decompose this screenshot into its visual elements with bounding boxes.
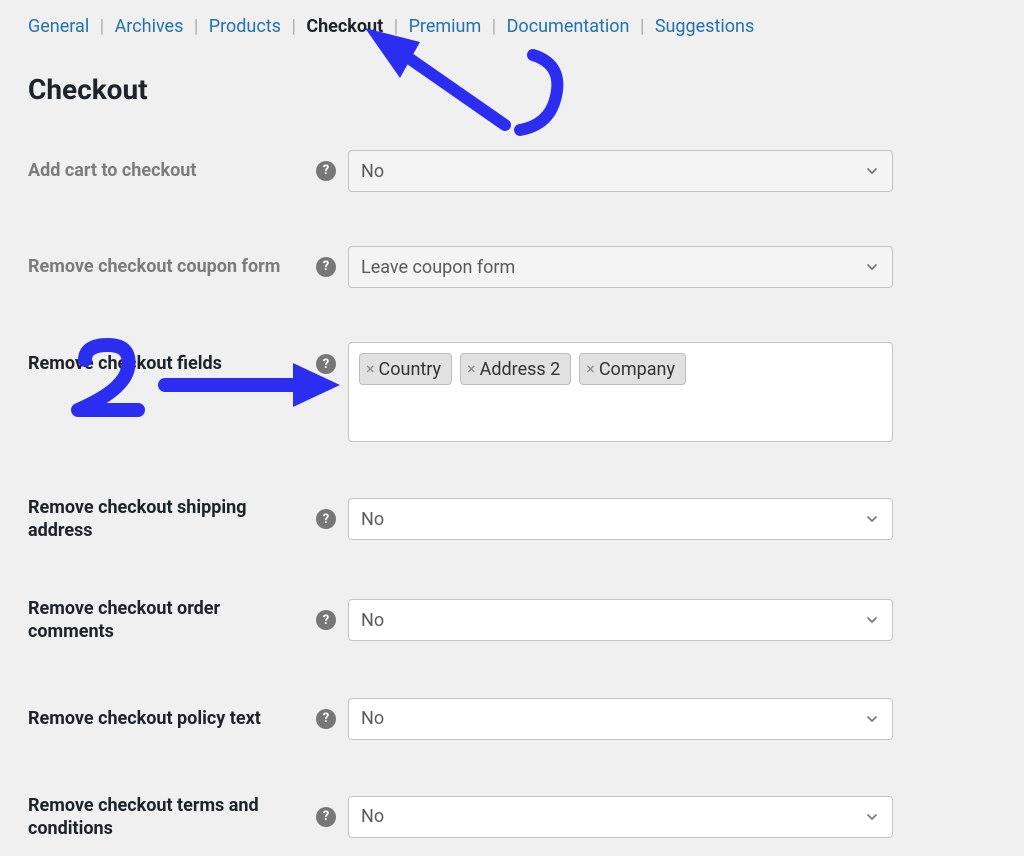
- select-value: Leave coupon form: [361, 257, 515, 278]
- tab-products[interactable]: Products: [209, 16, 281, 37]
- tab-general[interactable]: General: [28, 16, 89, 37]
- page-title: Checkout: [28, 73, 996, 106]
- help-icon[interactable]: ?: [316, 161, 336, 181]
- help-icon[interactable]: ?: [316, 509, 336, 529]
- row-shipping: Remove checkout shipping address ? No: [28, 496, 996, 543]
- help-icon[interactable]: ?: [316, 257, 336, 277]
- tab-separator: |: [100, 16, 104, 37]
- tag-label: Company: [599, 359, 675, 380]
- row-policy: Remove checkout policy text ? No: [28, 698, 996, 740]
- tab-premium[interactable]: Premium: [409, 16, 482, 37]
- tab-archives[interactable]: Archives: [115, 16, 184, 37]
- remove-tag-icon[interactable]: ×: [467, 361, 476, 377]
- label-shipping: Remove checkout shipping address: [28, 496, 308, 543]
- label-policy: Remove checkout policy text: [28, 707, 261, 730]
- tag-address2: × Address 2: [460, 353, 571, 385]
- tag-label: Address 2: [480, 359, 561, 380]
- help-icon[interactable]: ?: [316, 807, 336, 827]
- select-value: No: [361, 161, 384, 182]
- tab-suggestions[interactable]: Suggestions: [655, 16, 754, 37]
- select-shipping[interactable]: No: [348, 498, 893, 540]
- select-value: No: [361, 610, 384, 631]
- tab-checkout[interactable]: Checkout: [306, 16, 383, 37]
- settings-form: Add cart to checkout ? No Remove checkou…: [28, 150, 996, 840]
- tag-country: × Country: [359, 353, 452, 385]
- chevron-down-icon: [864, 612, 880, 628]
- row-add-cart: Add cart to checkout ? No: [28, 150, 996, 192]
- help-icon[interactable]: ?: [316, 709, 336, 729]
- remove-tag-icon[interactable]: ×: [586, 361, 595, 377]
- select-add-cart[interactable]: No: [348, 150, 893, 192]
- settings-tabs: General | Archives | Products | Checkout…: [28, 16, 996, 37]
- chevron-down-icon: [864, 511, 880, 527]
- label-coupon: Remove checkout coupon form: [28, 255, 280, 278]
- remove-tag-icon[interactable]: ×: [366, 361, 375, 377]
- tab-separator: |: [640, 16, 644, 37]
- tab-separator: |: [492, 16, 496, 37]
- tab-separator: |: [394, 16, 398, 37]
- tag-label: Country: [379, 359, 442, 380]
- tab-separator: |: [291, 16, 295, 37]
- label-comments: Remove checkout order comments: [28, 597, 308, 644]
- row-coupon: Remove checkout coupon form ? Leave coup…: [28, 246, 996, 288]
- row-terms: Remove checkout terms and conditions ? N…: [28, 794, 996, 841]
- select-policy[interactable]: No: [348, 698, 893, 740]
- tag-company: × Company: [579, 353, 686, 385]
- multiselect-remove-fields[interactable]: × Country × Address 2 × Company: [348, 342, 893, 442]
- chevron-down-icon: [864, 163, 880, 179]
- label-add-cart: Add cart to checkout: [28, 159, 196, 182]
- select-value: No: [361, 509, 384, 530]
- tab-documentation[interactable]: Documentation: [507, 16, 630, 37]
- tab-separator: |: [194, 16, 198, 37]
- help-icon[interactable]: ?: [316, 354, 336, 374]
- chevron-down-icon: [864, 259, 880, 275]
- chevron-down-icon: [864, 711, 880, 727]
- row-comments: Remove checkout order comments ? No: [28, 597, 996, 644]
- select-comments[interactable]: No: [348, 599, 893, 641]
- select-value: No: [361, 806, 384, 827]
- label-terms: Remove checkout terms and conditions: [28, 794, 308, 841]
- row-remove-fields: Remove checkout fields ? × Country × Add…: [28, 342, 996, 442]
- select-coupon[interactable]: Leave coupon form: [348, 246, 893, 288]
- help-icon[interactable]: ?: [316, 610, 336, 630]
- select-value: No: [361, 708, 384, 729]
- label-remove-fields: Remove checkout fields: [28, 352, 222, 375]
- chevron-down-icon: [864, 809, 880, 825]
